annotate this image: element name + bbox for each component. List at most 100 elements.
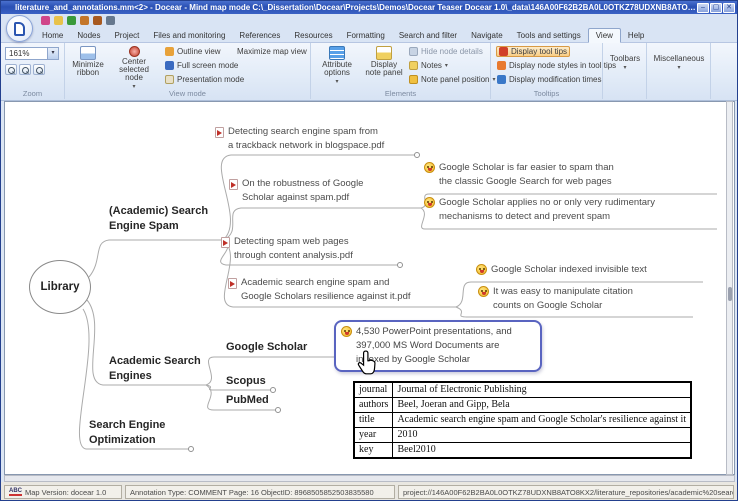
outline-view-icon: [165, 47, 174, 56]
window-controls: – ▢ ✕: [697, 2, 737, 13]
toolbars-button[interactable]: Toolbars ▾: [605, 55, 645, 72]
quick-access-toolbar: [41, 16, 115, 25]
horizontal-scrollbar[interactable]: [4, 475, 735, 482]
hide-node-details-icon: [409, 47, 418, 56]
display-modification-times-button[interactable]: Display modification times: [497, 75, 601, 84]
hide-node-details-button[interactable]: Hide node details: [409, 47, 483, 56]
pdf-node-robustness-google-scholar[interactable]: On the robustness of Google Scholar again…: [229, 177, 363, 205]
group-label-view-mode: View mode: [169, 89, 206, 98]
branch-node-search-engine-spam[interactable]: (Academic) Search Engine Spam: [109, 204, 208, 234]
pdf-file-icon: [221, 237, 230, 248]
maximize-map-view-button[interactable]: Maximize map view: [237, 47, 307, 56]
tab-help[interactable]: Help: [621, 29, 651, 42]
pdf-file-icon: [228, 278, 237, 289]
note-panel-position-button[interactable]: Note panel position ▾: [409, 75, 496, 84]
zoom-out-icon[interactable]: [19, 64, 31, 75]
miscellaneous-button[interactable]: Miscellaneous ▾: [649, 55, 709, 72]
status-bar: ABC Map Version: docear 1.0 Annotation T…: [1, 482, 737, 500]
bookmark-icon[interactable]: [80, 16, 89, 25]
minimize-button[interactable]: –: [697, 2, 709, 13]
notes-icon: [409, 61, 418, 70]
attribute-options-icon: [329, 46, 345, 60]
presentation-mode-button[interactable]: Presentation mode: [165, 75, 244, 84]
pdf-node-trackback-blogspace[interactable]: Detecting search engine spam from a track…: [215, 125, 384, 153]
group-label-tooltips: Tooltips: [533, 89, 560, 98]
tab-resources[interactable]: Resources: [287, 29, 339, 42]
tab-navigate[interactable]: Navigate: [464, 29, 510, 42]
zoom-level-combobox[interactable]: 161% ▾: [5, 47, 59, 60]
attribute-tooltip-table: journal Journal of Electronic Publishing …: [353, 381, 693, 459]
zoom-buttons: [5, 64, 45, 75]
vertical-scrollbar-thumb[interactable]: [728, 287, 732, 301]
save-icon[interactable]: [106, 16, 115, 25]
mind-map-canvas[interactable]: Library (Academic) Search Engine Spam De…: [4, 101, 735, 475]
status-map-version: ABC Map Version: docear 1.0: [4, 485, 122, 499]
pdf-node-spam-web-pages[interactable]: Detecting spam web pages through content …: [221, 235, 353, 263]
minimize-ribbon-icon: [80, 46, 96, 60]
tab-files-and-monitoring[interactable]: Files and monitoring: [146, 29, 232, 42]
tab-formatting[interactable]: Formatting: [340, 29, 392, 42]
tab-references[interactable]: References: [232, 29, 287, 42]
bookmark-alt-icon[interactable]: [93, 16, 102, 25]
table-row: title Academic search engine spam and Goo…: [353, 412, 692, 428]
modification-times-icon: [497, 75, 506, 84]
tab-tools-and-settings[interactable]: Tools and settings: [510, 29, 588, 42]
node-scopus[interactable]: Scopus: [226, 374, 266, 389]
zoom-fit-icon[interactable]: [33, 64, 45, 75]
root-node-library[interactable]: Library: [29, 260, 91, 314]
full-screen-mode-button[interactable]: Full screen mode: [165, 61, 238, 70]
attribute-options-button[interactable]: Attribute options ▾: [315, 46, 359, 86]
title-bar: literature_and_annotations.mm<2> - Docea…: [1, 1, 737, 14]
node-styles-icon: [497, 61, 506, 70]
outline-view-button[interactable]: Outline view: [165, 47, 221, 56]
status-project-path: project://146A00F62B2BA0L0OTKZ78UDXNB8AT…: [398, 485, 734, 499]
comment-node-citation-counts[interactable]: It was easy to manipulate citation counts…: [478, 285, 633, 313]
display-note-panel-button[interactable]: Display note panel: [363, 46, 405, 77]
table-row: authors Beel, Joeran and Gipp, Bela: [353, 397, 692, 413]
new-map-icon[interactable]: [41, 16, 50, 25]
comment-emoji-icon: [476, 264, 487, 275]
pdf-file-icon: [215, 127, 224, 138]
pdf-node-academic-spam-resilience[interactable]: Academic search engine spam and Google Sc…: [228, 276, 411, 304]
application-menu-button[interactable]: [6, 15, 33, 42]
group-label-zoom: Zoom: [22, 89, 43, 98]
comment-node-easier-to-spam[interactable]: Google Scholar is far easier to spam tha…: [424, 161, 614, 189]
open-map-icon[interactable]: [54, 16, 63, 25]
chevron-down-icon[interactable]: ▾: [47, 48, 58, 59]
comment-emoji-icon: [424, 197, 435, 208]
center-selected-node-button[interactable]: Center selected node ▾: [111, 46, 157, 91]
vertical-scrollbar[interactable]: [726, 101, 733, 475]
hand-cursor-icon: [357, 350, 376, 375]
comment-emoji-icon: [424, 162, 435, 173]
display-tool-tips-icon: [499, 47, 508, 56]
tab-nodes[interactable]: Nodes: [70, 29, 107, 42]
node-google-scholar[interactable]: Google Scholar: [226, 340, 307, 355]
group-label-elements: Elements: [384, 89, 417, 98]
ribbon-group-elements: Attribute options ▾ Display note panel H…: [311, 43, 496, 99]
table-row: journal Journal of Electronic Publishing: [353, 381, 692, 398]
maximize-button[interactable]: ▢: [710, 2, 722, 13]
window-title: literature_and_annotations.mm<2> - Docea…: [15, 3, 697, 12]
status-annotation-info: Annotation Type: COMMENT Page: 16 Object…: [125, 485, 395, 499]
note-panel-position-icon: [409, 75, 418, 84]
comment-node-invisible-text[interactable]: Google Scholar indexed invisible text: [476, 263, 647, 277]
branch-node-search-engine-optimization[interactable]: Search Engine Optimization: [89, 418, 165, 448]
pdf-file-icon: [229, 179, 238, 190]
redo-icon[interactable]: [67, 16, 76, 25]
quick-access-bar: [1, 14, 737, 42]
ribbon-group-view-mode: Minimize ribbon Center selected node ▾ O…: [65, 43, 311, 99]
tab-home[interactable]: Home: [35, 29, 70, 42]
node-pubmed[interactable]: PubMed: [226, 393, 269, 408]
close-button[interactable]: ✕: [723, 2, 735, 13]
tab-project[interactable]: Project: [107, 29, 146, 42]
tab-search-and-filter[interactable]: Search and filter: [392, 29, 464, 42]
notes-button[interactable]: Notes ▾: [409, 61, 448, 70]
display-node-styles-button[interactable]: Display node styles in tool tips: [497, 61, 616, 70]
tab-view[interactable]: View: [587, 28, 621, 43]
display-tool-tips-button[interactable]: Display tool tips: [496, 46, 571, 57]
comment-node-rudimentary-mechanisms[interactable]: Google Scholar applies no or only very r…: [424, 196, 655, 224]
minimize-ribbon-button[interactable]: Minimize ribbon: [69, 46, 107, 77]
zoom-in-icon[interactable]: [5, 64, 17, 75]
branch-node-academic-search-engines[interactable]: Academic Search Engines: [109, 354, 201, 384]
note-panel-icon: [376, 46, 392, 60]
